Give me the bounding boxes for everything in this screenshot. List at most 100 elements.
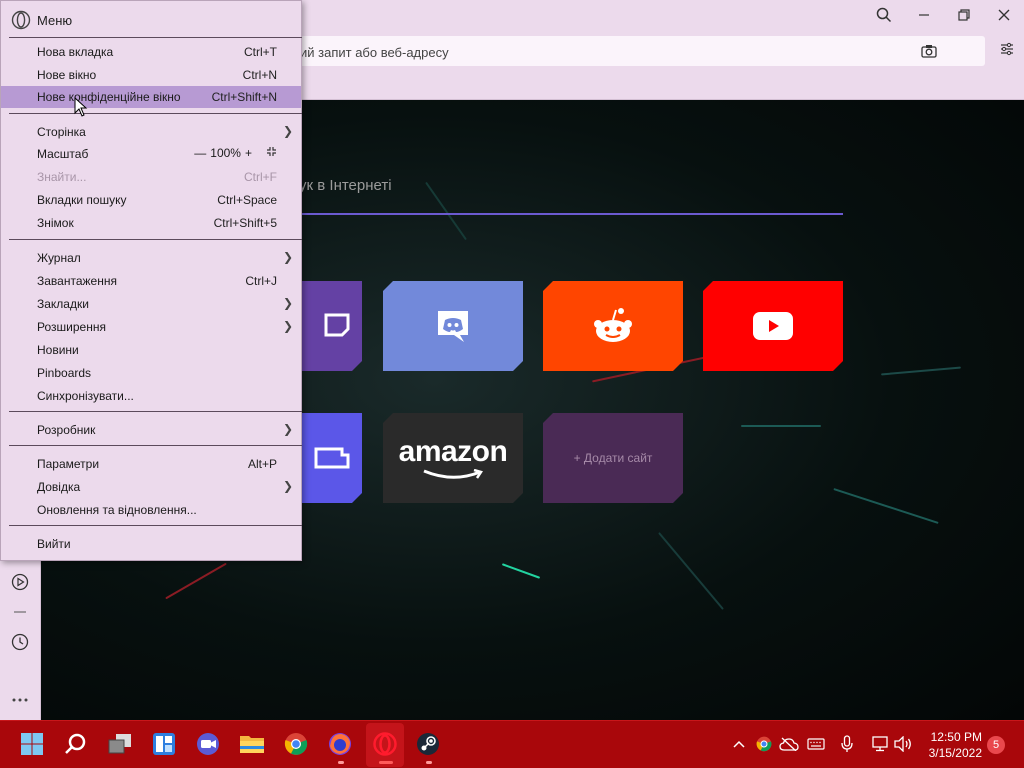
menu-item-history[interactable]: Журнал ❯ xyxy=(1,247,301,269)
zoom-out-button[interactable]: — xyxy=(194,146,206,160)
zoom-level: 100% xyxy=(210,146,241,160)
menu-item-label: Сторінка xyxy=(37,125,86,139)
background-streak xyxy=(741,425,821,427)
youtube-icon xyxy=(753,312,793,340)
menu-item-find: Знайти... Ctrl+F xyxy=(1,166,301,188)
menu-item-shortcut: Ctrl+T xyxy=(244,45,277,59)
onedrive-icon[interactable] xyxy=(778,734,800,754)
restore-button[interactable] xyxy=(944,0,984,30)
menu-item-exit[interactable]: Вийти xyxy=(1,533,301,555)
menu-item-shortcut: Ctrl+Shift+N xyxy=(211,90,277,104)
menu-item-help[interactable]: Довідка ❯ xyxy=(1,476,301,498)
menu-item-label: Завантаження xyxy=(37,274,117,288)
close-button[interactable] xyxy=(984,0,1024,30)
firefox-icon[interactable] xyxy=(326,730,354,758)
tile-reddit[interactable] xyxy=(543,281,683,371)
menu-item-bookmarks[interactable]: Закладки ❯ xyxy=(1,293,301,315)
tile-youtube[interactable] xyxy=(703,281,843,371)
history-icon[interactable] xyxy=(10,632,30,652)
keyboard-icon[interactable] xyxy=(806,734,826,754)
menu-item-label: Знайти... xyxy=(37,170,87,184)
menu-item-page[interactable]: Сторінка ❯ xyxy=(1,121,301,143)
sidebar-divider xyxy=(10,602,30,622)
notification-badge[interactable]: 5 xyxy=(987,736,1005,754)
menu-item-downloads[interactable]: Завантаження Ctrl+J xyxy=(1,270,301,292)
window-controls xyxy=(864,0,1024,30)
zoom-app-icon[interactable] xyxy=(194,730,222,758)
fullscreen-icon[interactable] xyxy=(266,146,277,160)
background-streak xyxy=(658,532,724,610)
opera-main-menu: Меню Нова вкладка Ctrl+T Нове вікно Ctrl… xyxy=(0,0,302,561)
menu-item-settings[interactable]: Параметри Alt+P xyxy=(1,453,301,475)
menu-separator xyxy=(9,113,302,114)
menu-item-label: Оновлення та відновлення... xyxy=(37,503,197,517)
menu-item-new-private-window[interactable]: Нове конфіденційне вікно Ctrl+Shift+N xyxy=(1,86,301,108)
chevron-up-icon[interactable] xyxy=(728,733,750,755)
menu-item-label: Знімок xyxy=(37,216,74,230)
menu-item-label: Вкладки пошуку xyxy=(37,193,127,207)
menu-item-new-tab[interactable]: Нова вкладка Ctrl+T xyxy=(1,41,301,63)
tile-discord[interactable] xyxy=(383,281,523,371)
menu-item-pinboards[interactable]: Pinboards xyxy=(1,362,301,384)
menu-item-developer[interactable]: Розробник ❯ xyxy=(1,419,301,441)
menu-item-snapshot[interactable]: Знімок Ctrl+Shift+5 xyxy=(1,212,301,234)
background-streak xyxy=(165,562,227,600)
search-icon[interactable] xyxy=(62,730,90,758)
windows-start-icon[interactable] xyxy=(18,730,46,758)
discord-icon xyxy=(434,307,472,345)
menu-item-shortcut: Ctrl+J xyxy=(245,274,277,288)
speed-dial-search-label[interactable]: шук в Інтернеті xyxy=(287,177,392,194)
menu-item-shortcut: Ctrl+Shift+5 xyxy=(213,216,277,230)
menu-item-new-window[interactable]: Нове вікно Ctrl+N xyxy=(1,64,301,86)
menu-item-sync[interactable]: Синхронізувати... xyxy=(1,385,301,407)
menu-item-label: Розширення xyxy=(37,320,106,334)
steam-icon[interactable] xyxy=(414,730,442,758)
file-explorer-icon[interactable] xyxy=(238,730,266,758)
menu-item-label: Закладки xyxy=(37,297,89,311)
volume-icon[interactable] xyxy=(892,734,914,754)
menu-item-shortcut: Alt+P xyxy=(247,457,277,471)
menu-item-label: Нове конфіденційне вікно xyxy=(37,90,181,104)
camera-icon[interactable] xyxy=(921,44,937,63)
menu-item-extensions[interactable]: Розширення ❯ xyxy=(1,316,301,338)
chevron-right-icon: ❯ xyxy=(282,422,293,436)
menu-item-label: Синхронізувати... xyxy=(37,389,134,403)
chrome-tray-icon[interactable] xyxy=(754,734,774,754)
menu-header[interactable]: Меню xyxy=(11,10,72,30)
player-icon[interactable] xyxy=(10,572,30,592)
menu-item-label: Вийти xyxy=(37,537,71,551)
clock-time[interactable]: 12:50 PM xyxy=(920,730,982,744)
background-streak xyxy=(881,366,961,376)
zoom-in-button[interactable]: + xyxy=(245,146,252,160)
menu-item-news[interactable]: Новини xyxy=(1,339,301,361)
running-indicator xyxy=(338,761,344,764)
search-tabs-icon[interactable] xyxy=(864,0,904,30)
minimize-button[interactable] xyxy=(904,0,944,30)
tile-add-site[interactable]: + Додати сайт xyxy=(543,413,683,503)
network-icon[interactable] xyxy=(869,734,891,754)
opera-icon[interactable] xyxy=(371,730,399,758)
add-site-label: + Додати сайт xyxy=(573,451,653,465)
chevron-right-icon: ❯ xyxy=(282,319,293,333)
chrome-icon[interactable] xyxy=(282,730,310,758)
menu-separator xyxy=(9,411,302,412)
menu-item-shortcut: Ctrl+F xyxy=(244,170,277,184)
menu-item-search-tabs[interactable]: Вкладки пошуку Ctrl+Space xyxy=(1,189,301,211)
menu-item-label: Журнал xyxy=(37,251,81,265)
more-icon[interactable] xyxy=(10,690,30,710)
mouse-cursor-icon xyxy=(74,97,88,117)
menu-item-label: Розробник xyxy=(37,423,96,437)
chevron-right-icon: ❯ xyxy=(282,124,293,138)
microphone-icon[interactable] xyxy=(837,734,857,754)
tile-amazon[interactable]: amazon xyxy=(383,413,523,503)
easy-setup-icon[interactable] xyxy=(1000,42,1014,61)
task-view-icon[interactable] xyxy=(106,730,134,758)
chevron-right-icon: ❯ xyxy=(282,296,293,310)
menu-item-label: Нове вікно xyxy=(37,68,97,82)
chevron-right-icon: ❯ xyxy=(282,479,293,493)
menu-item-update-recovery[interactable]: Оновлення та відновлення... xyxy=(1,499,301,521)
taskbar: 12:50 PM 3/15/2022 xyxy=(0,720,1024,768)
widgets-icon[interactable] xyxy=(150,730,178,758)
menu-item-shortcut: Ctrl+N xyxy=(242,68,277,82)
clock-date[interactable]: 3/15/2022 xyxy=(920,746,982,760)
